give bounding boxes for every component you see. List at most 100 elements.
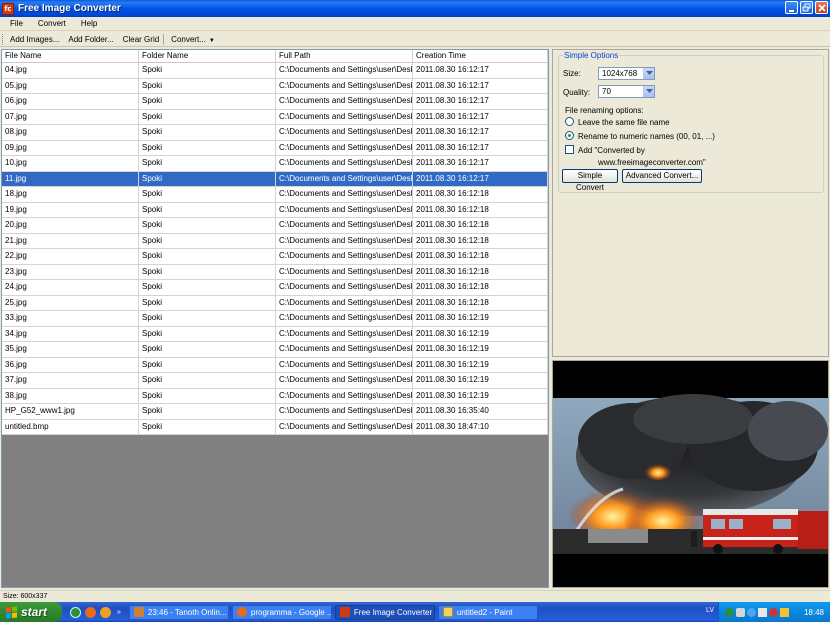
cell-file-name: 38.jpg [2, 388, 139, 403]
firefox-icon[interactable] [85, 606, 96, 618]
add-converted-label-line1[interactable]: Add "Converted by [578, 146, 645, 155]
table-row[interactable]: 36.jpg Spoki C:\Documents and Settings\use… [2, 357, 548, 373]
cell-full-path: C:\Documents and Settings\user\Deskt... [276, 233, 413, 248]
task-tanoth[interactable]: 23:46 - Tanoth Onlin... [128, 604, 229, 620]
table-row[interactable]: 05.jpg Spoki C:\Documents and Settings\use… [2, 78, 548, 94]
table-row[interactable]: 24.jpg Spoki C:\Documents and Settings\use… [2, 280, 548, 296]
table-row[interactable]: 21.jpg Spoki C:\Documents and Settings\use… [2, 233, 548, 249]
paint-icon [442, 607, 453, 617]
cell-full-path: C:\Documents and Settings\user\Deskt... [276, 171, 413, 186]
chevron-down-icon[interactable] [643, 68, 654, 79]
table-row[interactable]: 25.jpg Spoki C:\Documents and Settings\use… [2, 295, 548, 311]
table-row[interactable]: 09.jpg Spoki C:\Documents and Settings\use… [2, 140, 548, 156]
app-icon: fc [2, 2, 14, 15]
column-header-creation-time[interactable]: Creation Time [413, 50, 548, 63]
radio-same-name-label[interactable]: Leave the same file name [578, 118, 670, 127]
add-converted-checkbox[interactable] [565, 145, 574, 154]
table-row[interactable]: 35.jpg Spoki C:\Documents and Settings\use… [2, 342, 548, 358]
table-row[interactable]: 38.jpg Spoki C:\Documents and Settings\use… [2, 388, 548, 404]
firefox-icon [236, 607, 247, 617]
task-free-image-converter[interactable]: Free Image Converter [334, 604, 435, 620]
cell-creation-time: 2011.08.30 16:12:18 [413, 218, 548, 233]
table-row[interactable]: 20.jpg Spoki C:\Documents and Settings\use… [2, 218, 548, 234]
title-bar[interactable]: fc Free Image Converter [0, 0, 830, 17]
start-button[interactable]: start [0, 602, 62, 622]
skype-icon[interactable] [747, 607, 756, 617]
cell-file-name: 11.jpg [2, 171, 139, 186]
table-row[interactable]: 11.jpg Spoki C:\Documents and Settings\use… [2, 171, 548, 187]
cell-file-name: 06.jpg [2, 94, 139, 109]
minimize-button[interactable] [785, 1, 798, 14]
restore-button[interactable] [800, 1, 813, 14]
app-icon [339, 607, 350, 617]
table-row[interactable]: 04.jpg Spoki C:\Documents and Settings\use… [2, 63, 548, 79]
file-grid[interactable]: File Name Folder Name Full Path Creation… [1, 49, 549, 588]
add-converted-label-line2[interactable]: www.freeimageconverter.com" [598, 158, 706, 167]
task-google[interactable]: programma - Google ... [231, 604, 332, 620]
add-folder-button[interactable]: Add Folder... [65, 35, 116, 44]
size-select[interactable]: 1024x768 [598, 67, 655, 80]
wordpress-icon[interactable] [70, 606, 81, 618]
cell-folder-name: Spoki [139, 156, 276, 171]
clear-grid-button[interactable]: Clear Grid [120, 35, 162, 44]
language-indicator[interactable]: LV [706, 607, 714, 614]
toolbar-grip[interactable] [2, 33, 4, 45]
cell-file-name: 19.jpg [2, 202, 139, 217]
add-images-button[interactable]: Add Images... [7, 35, 62, 44]
task-google-label: programma - Google ... [250, 607, 332, 617]
cell-creation-time: 2011.08.30 16:12:17 [413, 125, 548, 140]
monitor-icon[interactable] [736, 607, 745, 617]
table-row[interactable]: 23.jpg Spoki C:\Documents and Settings\use… [2, 264, 548, 280]
menu-convert[interactable]: Convert [33, 19, 71, 28]
advanced-convert-button[interactable]: Advanced Convert... [622, 169, 702, 183]
table-row[interactable]: 08.jpg Spoki C:\Documents and Settings\use… [2, 125, 548, 141]
cell-file-name: 23.jpg [2, 264, 139, 279]
cell-folder-name: Spoki [139, 295, 276, 310]
table-row[interactable]: untitled.bmp Spoki C:\Documents and Settin… [2, 419, 548, 435]
chevron-down-icon[interactable] [643, 86, 654, 97]
radio-same-name[interactable] [565, 117, 574, 126]
table-row[interactable]: HP_G52_www1.jpg Spoki C:\Documents and Set… [2, 404, 548, 420]
table-row[interactable]: 06.jpg Spoki C:\Documents and Settings\use… [2, 94, 548, 110]
shield-icon[interactable] [780, 607, 789, 617]
cell-folder-name: Spoki [139, 125, 276, 140]
table-row[interactable]: 18.jpg Spoki C:\Documents and Settings\use… [2, 187, 548, 203]
table-row[interactable]: 10.jpg Spoki C:\Documents and Settings\use… [2, 156, 548, 172]
quality-select[interactable]: 70 [598, 85, 655, 98]
simple-convert-button[interactable]: Simple Convert [562, 169, 618, 192]
column-header-folder-name[interactable]: Folder Name [139, 50, 276, 63]
table-row[interactable]: 34.jpg Spoki C:\Documents and Settings\use… [2, 326, 548, 342]
media-icon[interactable] [100, 606, 111, 618]
radio-numeric-names[interactable] [565, 131, 574, 140]
cell-creation-time: 2011.08.30 16:35:40 [413, 404, 548, 419]
size-label: Size: [563, 69, 581, 78]
security-icon[interactable] [769, 607, 778, 617]
menu-file[interactable]: File [5, 19, 28, 28]
preview-image [553, 394, 828, 587]
column-header-full-path[interactable]: Full Path [276, 50, 413, 63]
cell-creation-time: 2011.08.30 16:12:18 [413, 295, 548, 310]
volume-icon[interactable] [758, 607, 767, 617]
task-paint[interactable]: untitled2 - Paint [437, 604, 538, 620]
table-row[interactable]: 33.jpg Spoki C:\Documents and Settings\use… [2, 311, 548, 327]
cell-full-path: C:\Documents and Settings\user\Deskt... [276, 202, 413, 217]
cell-folder-name: Spoki [139, 78, 276, 93]
dropdown-arrow-icon: ▼ [208, 37, 215, 44]
menu-help[interactable]: Help [76, 19, 102, 28]
cell-folder-name: Spoki [139, 373, 276, 388]
cell-file-name: 07.jpg [2, 109, 139, 124]
chevron-right-icon[interactable]: » [117, 609, 121, 616]
radio-numeric-names-label[interactable]: Rename to numeric names (00, 01, ...) [578, 132, 715, 141]
convert-dropdown-button[interactable]: Convert... ▼ [168, 35, 218, 44]
cell-full-path: C:\Documents and Settings\user\Deskt... [276, 109, 413, 124]
network-icon[interactable] [725, 607, 734, 617]
column-header-file-name[interactable]: File Name [2, 50, 139, 63]
cell-folder-name: Spoki [139, 264, 276, 279]
table-row[interactable]: 37.jpg Spoki C:\Documents and Settings\use… [2, 373, 548, 389]
cell-folder-name: Spoki [139, 233, 276, 248]
cell-folder-name: Spoki [139, 419, 276, 434]
table-row[interactable]: 19.jpg Spoki C:\Documents and Settings\use… [2, 202, 548, 218]
close-button[interactable] [815, 1, 828, 14]
table-row[interactable]: 22.jpg Spoki C:\Documents and Settings\use… [2, 249, 548, 265]
table-row[interactable]: 07.jpg Spoki C:\Documents and Settings\use… [2, 109, 548, 125]
